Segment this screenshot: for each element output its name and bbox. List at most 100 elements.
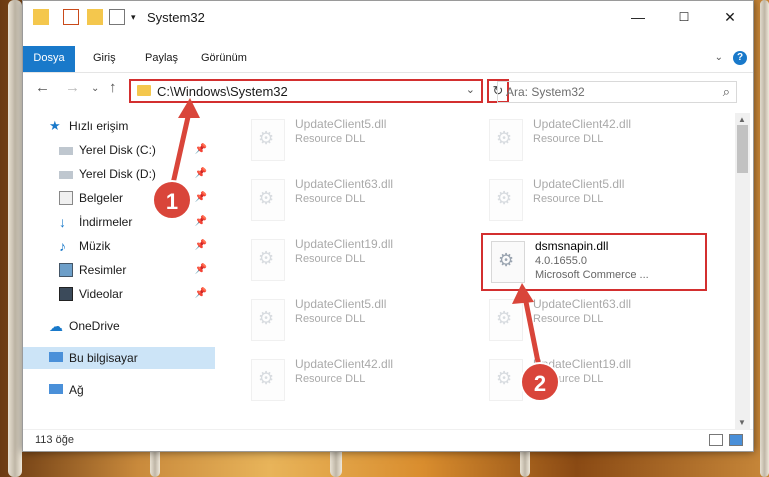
file-description: Microsoft Commerce ... <box>535 269 649 281</box>
dll-file-icon <box>489 299 523 341</box>
list-item[interactable]: UpdateClient42.dll Resource DLL <box>243 353 469 407</box>
recent-locations-icon[interactable]: ⌄ <box>91 83 99 94</box>
drive-icon <box>59 147 73 155</box>
dll-file-icon <box>251 299 285 341</box>
ribbon-tabs: Dosya Giriş Paylaş Görünüm <box>23 46 753 100</box>
list-item[interactable]: UpdateClient5.dll Resource DLL <box>243 293 469 347</box>
list-item[interactable]: UpdateClient42.dll Resource DLL <box>481 113 707 167</box>
dll-file-icon <box>251 179 285 221</box>
pin-icon[interactable]: 📌 <box>195 211 207 233</box>
callout-badge: 2 <box>520 362 560 402</box>
scroll-up-icon[interactable]: ▲ <box>738 115 746 124</box>
list-item[interactable]: UpdateClient5.dll Resource DLL <box>481 173 707 227</box>
file-name: UpdateClient5.dll <box>295 297 387 311</box>
dll-file-icon <box>489 359 523 401</box>
sidebar-item-label: OneDrive <box>69 319 120 333</box>
dropdown-arrow-icon[interactable]: ▾ <box>131 9 147 25</box>
status-bar: 113 öğe <box>23 429 753 452</box>
chevron-down-icon[interactable]: ⌄ <box>715 52 723 63</box>
chevron-down-icon[interactable]: ⌄ <box>466 83 475 96</box>
list-item[interactable]: UpdateClient19.dll Resource DLL <box>481 353 707 407</box>
file-name: UpdateClient63.dll <box>295 177 394 191</box>
up-arrow-icon[interactable]: ↑ <box>109 79 117 96</box>
list-item[interactable]: UpdateClient19.dll Resource DLL <box>243 233 469 287</box>
file-type: Resource DLL <box>533 313 604 325</box>
tab-home[interactable]: Giriş <box>93 46 116 71</box>
tab-share[interactable]: Paylaş <box>145 46 178 71</box>
network-icon <box>49 384 63 394</box>
pin-icon[interactable]: 📌 <box>195 187 207 209</box>
sidebar-item-label: Videolar <box>79 287 123 301</box>
sidebar-item-label: Yerel Disk (D:) <box>79 167 156 181</box>
drive-icon <box>59 171 73 179</box>
pin-icon[interactable]: 📌 <box>195 259 207 281</box>
help-icon[interactable]: ? <box>733 51 747 65</box>
search-placeholder: Ara: System32 <box>506 85 585 99</box>
maximize-button[interactable]: ☐ <box>661 1 707 33</box>
scrollbar-thumb[interactable] <box>737 125 748 173</box>
sidebar-item-music[interactable]: ♪ Müzik 📌 <box>23 235 215 257</box>
documents-icon <box>59 191 73 205</box>
back-arrow-icon[interactable]: ← <box>35 79 50 96</box>
sidebar-item-label: Hızlı erişim <box>69 119 129 133</box>
videos-icon <box>59 287 73 301</box>
new-folder-icon[interactable] <box>87 9 103 25</box>
folder-icon <box>33 9 49 25</box>
download-icon: ↓ <box>59 214 66 230</box>
cloud-icon: ☁ <box>49 318 63 334</box>
forward-arrow-icon[interactable]: → <box>65 79 80 96</box>
navigation-bar: ← → ⌄ ↑ C:\Windows\System32 ⌄ ↻ Ara: Sys… <box>23 72 753 107</box>
file-type: Resource DLL <box>295 193 366 205</box>
close-button[interactable]: ✕ <box>707 1 753 33</box>
sidebar-item-videos[interactable]: Videolar 📌 <box>23 283 215 305</box>
file-type: Resource DLL <box>295 253 366 265</box>
sidebar-item-downloads[interactable]: ↓ İndirmeler 📌 <box>23 211 215 233</box>
tab-view[interactable]: Görünüm <box>201 46 247 71</box>
pin-icon[interactable]: 📌 <box>195 163 207 185</box>
details-view-icon[interactable] <box>709 434 723 446</box>
sidebar-item-label: İndirmeler <box>79 215 133 229</box>
highlighted-file-dsmsnapin[interactable]: dsmsnapin.dll 4.0.1655.0 Microsoft Comme… <box>481 233 707 291</box>
file-name: dsmsnapin.dll <box>535 239 609 253</box>
pin-icon[interactable]: 📌 <box>195 283 207 305</box>
customize-icon[interactable] <box>109 9 125 25</box>
sidebar-item-label: Yerel Disk (C:) <box>79 143 156 157</box>
search-input[interactable]: Ara: System32 ⌕ <box>497 81 737 103</box>
sidebar-item-quick-access[interactable]: ★ Hızlı erişim <box>23 115 215 137</box>
minimize-button[interactable]: — <box>615 1 661 33</box>
pictures-icon <box>59 263 73 277</box>
file-type: Resource DLL <box>295 373 366 385</box>
sidebar-item-label: Bu bilgisayar <box>69 351 138 365</box>
file-version: 4.0.1655.0 <box>535 255 587 267</box>
file-name: UpdateClient5.dll <box>533 177 625 191</box>
window-title: System32 <box>147 10 205 25</box>
navigation-pane: ★ Hızlı erişim Yerel Disk (C:) 📌 Yerel D… <box>23 113 217 413</box>
list-item[interactable]: UpdateClient63.dll Resource DLL <box>481 293 707 347</box>
pin-icon[interactable]: 📌 <box>195 139 207 161</box>
list-item[interactable]: UpdateClient5.dll Resource DLL <box>243 113 469 167</box>
search-icon: ⌕ <box>722 84 730 99</box>
sidebar-item-this-pc[interactable]: Bu bilgisayar <box>23 347 215 369</box>
sidebar-item-label: Belgeler <box>79 191 124 205</box>
sidebar-item-onedrive[interactable]: ☁ OneDrive <box>23 315 215 337</box>
sidebar-item-local-disk-d[interactable]: Yerel Disk (D:) 📌 <box>23 163 215 185</box>
sidebar-item-label: Resimler <box>79 263 127 277</box>
large-icons-view-icon[interactable] <box>729 434 743 446</box>
dll-file-icon <box>489 119 523 161</box>
address-bar[interactable]: C:\Windows\System32 ⌄ <box>129 79 483 103</box>
sidebar-item-network[interactable]: Ağ <box>23 379 215 401</box>
sidebar-item-local-disk-c[interactable]: Yerel Disk (C:) 📌 <box>23 139 215 161</box>
vertical-scrollbar[interactable]: ▲ ▼ <box>735 113 750 429</box>
list-item[interactable]: dsmsnapin.dll 4.0.1655.0 Microsoft Comme… <box>483 235 709 289</box>
dll-file-icon <box>251 359 285 401</box>
dll-file-icon <box>251 239 285 281</box>
sidebar-item-label: Müzik <box>79 239 111 253</box>
computer-icon <box>49 352 63 362</box>
properties-icon[interactable] <box>63 9 79 25</box>
sidebar-item-pictures[interactable]: Resimler 📌 <box>23 259 215 281</box>
file-name: UpdateClient63.dll <box>533 297 632 311</box>
pin-icon[interactable]: 📌 <box>195 235 207 257</box>
scroll-down-icon[interactable]: ▼ <box>738 418 746 427</box>
file-type: Resource DLL <box>295 313 366 325</box>
list-item[interactable]: UpdateClient63.dll Resource DLL <box>243 173 469 227</box>
